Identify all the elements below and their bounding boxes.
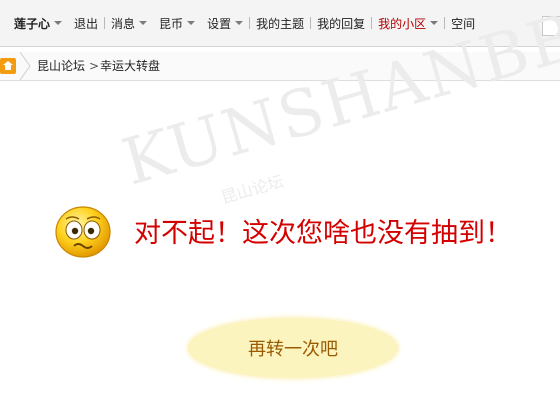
space-link[interactable]: 空间 xyxy=(445,15,481,32)
messages-label: 消息 xyxy=(111,16,136,31)
chevron-down-icon xyxy=(430,21,439,25)
breadcrumb-separator: > xyxy=(89,59,100,73)
user-name: 莲子心 xyxy=(14,16,51,31)
worried-face-icon xyxy=(55,206,111,258)
chevron-down-icon xyxy=(187,21,196,25)
chevron-down-icon xyxy=(235,21,244,25)
my-topics-link[interactable]: 我的主题 xyxy=(250,15,310,32)
user-menu[interactable]: 莲子心 xyxy=(0,15,68,32)
space-label: 空间 xyxy=(451,16,476,31)
settings-label: 设置 xyxy=(207,16,232,31)
my-replies-label: 我的回复 xyxy=(317,16,366,31)
settings-menu[interactable]: 设置 xyxy=(201,15,249,32)
logout-label: 退出 xyxy=(74,16,99,31)
breadcrumb: 昆山论坛 > 幸运大转盘 xyxy=(0,52,560,81)
breadcrumb-forum-link[interactable]: 昆山论坛 xyxy=(37,58,85,74)
chevron-down-icon xyxy=(139,21,148,25)
breadcrumb-arrow-icon xyxy=(19,52,31,80)
top-nav: 莲子心 退出 消息 昆币 设置 我的主题 我的回复 我的小区 空间 xyxy=(0,14,481,32)
spin-again-button[interactable]: 再转一次吧 xyxy=(188,318,398,378)
my-topics-label: 我的主题 xyxy=(256,16,305,31)
home-icon[interactable] xyxy=(0,58,16,74)
coins-label: 昆币 xyxy=(159,16,184,31)
chevron-down-icon xyxy=(54,21,63,25)
watermark-cn: 昆山论坛 xyxy=(219,171,286,208)
top-nav-bar: 莲子心 退出 消息 昆币 设置 我的主题 我的回复 我的小区 空间 xyxy=(0,0,560,47)
result-message: 对不起！这次您啥也没有抽到！ xyxy=(134,218,512,249)
coins-menu[interactable]: 昆币 xyxy=(153,15,201,32)
my-community-label: 我的小区 xyxy=(378,16,427,31)
messages-menu[interactable]: 消息 xyxy=(105,15,153,32)
my-replies-link[interactable]: 我的回复 xyxy=(311,15,371,32)
search-input[interactable] xyxy=(542,16,560,36)
breadcrumb-current: 幸运大转盘 xyxy=(100,59,161,73)
my-community-menu[interactable]: 我的小区 xyxy=(372,15,444,32)
spin-again-label: 再转一次吧 xyxy=(248,339,338,360)
logout-link[interactable]: 退出 xyxy=(68,15,104,32)
